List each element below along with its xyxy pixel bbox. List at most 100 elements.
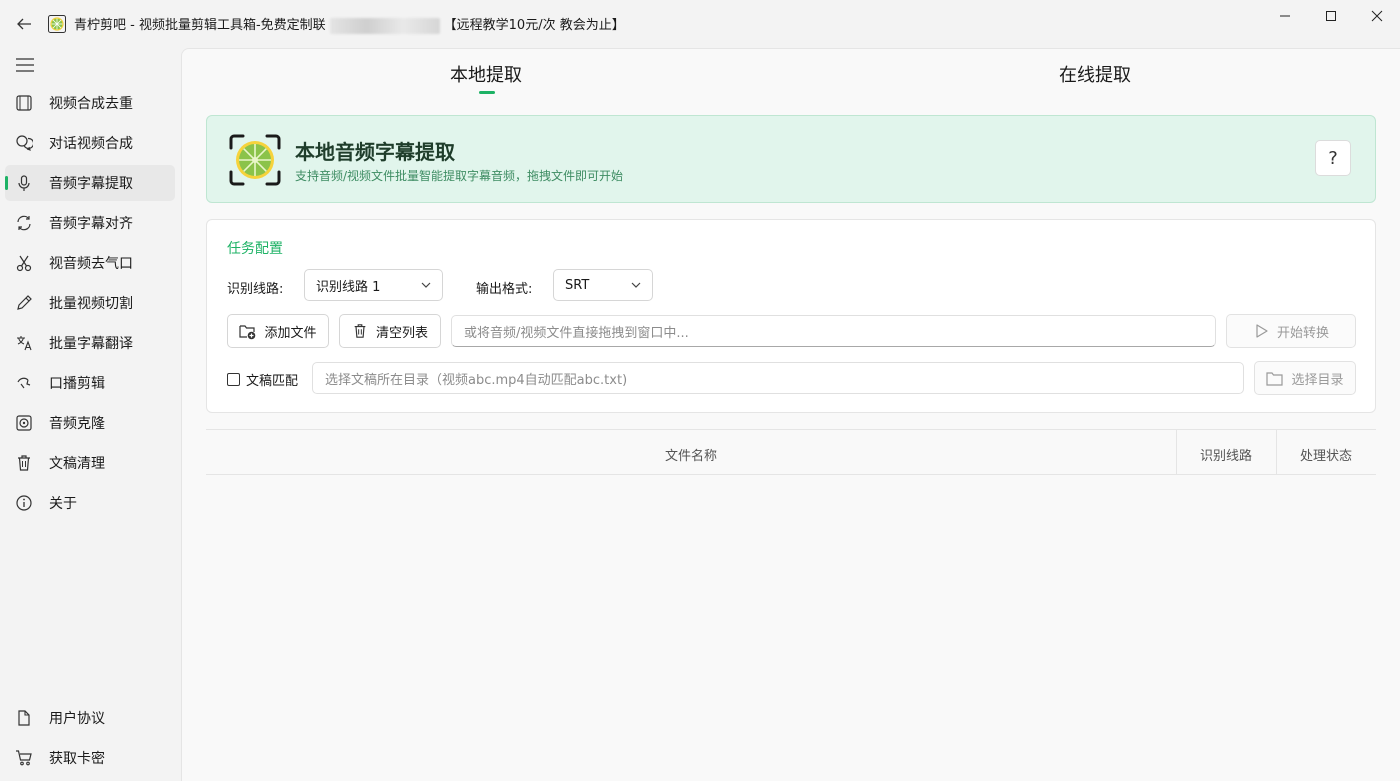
- main-content: 本地提取 在线提取 本地音频字幕提取 支持音频/视频文件批量智能提取字幕音频，拖…: [181, 48, 1400, 781]
- sidebar-item-get-key[interactable]: 获取卡密: [5, 740, 175, 776]
- banner-title: 本地音频字幕提取: [295, 140, 455, 164]
- arrow-left-icon: [17, 18, 31, 30]
- cart-icon: [15, 749, 33, 767]
- banner-subtitle: 支持音频/视频文件批量智能提取字幕音频，拖拽文件即可开始: [295, 169, 624, 183]
- window-controls: [1262, 0, 1400, 32]
- add-file-button[interactable]: 添加文件: [227, 314, 329, 348]
- sidebar-item-label: 音频字幕对齐: [49, 216, 133, 232]
- redacted-region: [329, 17, 440, 34]
- translate-icon: [15, 334, 33, 352]
- chat-icon: [15, 134, 33, 152]
- column-header-filename[interactable]: 文件名称: [665, 445, 717, 464]
- trash-icon: [15, 454, 33, 472]
- sidebar-item-label: 批量字幕翻译: [49, 336, 133, 352]
- sidebar-bottom-nav: 用户协议 获取卡密: [5, 700, 175, 780]
- lime-logo-icon: [229, 134, 281, 186]
- sidebar-item-about[interactable]: 关于: [5, 485, 175, 521]
- sidebar-item-dialog-video[interactable]: 对话视频合成: [5, 125, 175, 161]
- route-select-value: 识别线路 1: [316, 279, 381, 295]
- sidebar-item-label: 获取卡密: [49, 751, 105, 767]
- sidebar-item-label: 视音频去气口: [49, 256, 133, 272]
- sidebar-item-speech-edit[interactable]: 口播剪辑: [5, 365, 175, 401]
- sidebar-item-subtitle-translate[interactable]: 批量字幕翻译: [5, 325, 175, 361]
- film-icon: [15, 94, 33, 112]
- document-icon: [15, 709, 33, 727]
- title-bar: 青柠剪吧 - 视频批量剪辑工具箱-免费定制联 【远程教学10元/次 教会为止】: [0, 0, 1400, 48]
- format-label: 输出格式:: [476, 282, 533, 297]
- column-divider[interactable]: [1276, 430, 1277, 474]
- sync-icon: [15, 214, 33, 232]
- close-icon: [1371, 10, 1383, 22]
- sidebar-item-label: 口播剪辑: [49, 376, 105, 392]
- checkbox-box[interactable]: [227, 373, 240, 386]
- chevron-down-icon: [421, 282, 431, 288]
- column-header-status[interactable]: 处理状态: [1300, 445, 1352, 464]
- close-button[interactable]: [1354, 0, 1400, 32]
- script-dir-input[interactable]: 选择文稿所在目录（视频abc.mp4自动匹配abc.txt): [312, 362, 1244, 394]
- start-convert-button[interactable]: 开始转换: [1226, 314, 1356, 348]
- speech-icon: [15, 374, 33, 392]
- clear-list-label: 清空列表: [375, 325, 428, 341]
- route-label: 识别线路:: [227, 282, 284, 297]
- script-dir-placeholder: 选择文稿所在目录（视频abc.mp4自动匹配abc.txt): [325, 372, 628, 388]
- clear-list-button[interactable]: 清空列表: [339, 314, 441, 348]
- app-logo: [48, 15, 66, 33]
- pen-icon: [15, 294, 33, 312]
- tab-online-extract[interactable]: 在线提取: [1059, 61, 1131, 87]
- maximize-icon: [1326, 11, 1336, 21]
- sidebar-nav: 视频合成去重 对话视频合成 音频字幕提取 音频字幕对齐 视音频去气口 批量视频切…: [5, 85, 175, 525]
- sidebar-item-video-cut[interactable]: 批量视频切割: [5, 285, 175, 321]
- select-dir-label: 选择目录: [1291, 372, 1344, 388]
- add-folder-icon: [239, 323, 256, 340]
- route-select[interactable]: 识别线路 1: [304, 269, 443, 301]
- sidebar-item-label: 视频合成去重: [49, 96, 133, 112]
- sidebar-item-remove-pauses[interactable]: 视音频去气口: [5, 245, 175, 281]
- hamburger-menu-icon[interactable]: [14, 56, 36, 74]
- select-dir-button[interactable]: 选择目录: [1254, 361, 1356, 395]
- sidebar-item-label: 音频字幕提取: [49, 176, 133, 192]
- sidebar-item-label: 对话视频合成: [49, 136, 133, 152]
- speaker-icon: [15, 414, 33, 432]
- sidebar-item-label: 用户协议: [49, 711, 105, 727]
- task-config-panel: 任务配置 识别线路: 识别线路 1 输出格式: SRT 添加文件 清空列表 或将…: [206, 219, 1376, 413]
- sidebar-item-audio-clone[interactable]: 音频克隆: [5, 405, 175, 441]
- minimize-button[interactable]: [1262, 0, 1308, 32]
- minimize-icon: [1280, 15, 1290, 17]
- info-icon: [15, 494, 33, 512]
- sidebar-item-subtitle-align[interactable]: 音频字幕对齐: [5, 205, 175, 241]
- column-header-route[interactable]: 识别线路: [1200, 445, 1252, 464]
- sidebar: 视频合成去重 对话视频合成 音频字幕提取 音频字幕对齐 视音频去气口 批量视频切…: [0, 48, 180, 781]
- play-icon: [1253, 323, 1269, 339]
- maximize-button[interactable]: [1308, 0, 1354, 32]
- sidebar-item-label: 文稿清理: [49, 456, 105, 472]
- scissors-icon: [15, 254, 33, 272]
- drop-zone-input[interactable]: 或将音频/视频文件直接拖拽到窗口中...: [451, 315, 1216, 347]
- tab-active-indicator: [479, 91, 495, 94]
- feature-banner: 本地音频字幕提取 支持音频/视频文件批量智能提取字幕音频，拖拽文件即可开始 ?: [206, 115, 1376, 203]
- format-select[interactable]: SRT: [553, 269, 653, 301]
- sidebar-item-audio-subtitle-extract[interactable]: 音频字幕提取: [5, 165, 175, 201]
- window-title: 青柠剪吧 - 视频批量剪辑工具箱-免费定制联 【远程教学10元/次 教会为止】: [74, 17, 625, 34]
- add-file-label: 添加文件: [264, 325, 317, 341]
- script-match-checkbox[interactable]: 文稿匹配: [227, 370, 298, 389]
- back-button[interactable]: [0, 0, 48, 48]
- help-button[interactable]: ?: [1315, 140, 1351, 176]
- tab-bar: 本地提取 在线提取: [182, 49, 1400, 99]
- folder-icon: [1266, 371, 1284, 386]
- mic-icon: [15, 174, 33, 192]
- format-select-value: SRT: [565, 277, 590, 293]
- sidebar-item-user-agreement[interactable]: 用户协议: [5, 700, 175, 736]
- drop-zone-placeholder: 或将音频/视频文件直接拖拽到窗口中...: [464, 325, 689, 341]
- sidebar-item-video-merge[interactable]: 视频合成去重: [5, 85, 175, 121]
- sidebar-item-label: 音频克隆: [49, 416, 105, 432]
- chevron-down-icon: [631, 282, 641, 288]
- sidebar-item-script-clean[interactable]: 文稿清理: [5, 445, 175, 481]
- script-match-label: 文稿匹配: [246, 374, 299, 389]
- sidebar-item-label: 关于: [49, 496, 77, 512]
- column-divider[interactable]: [1176, 430, 1177, 474]
- tab-local-extract[interactable]: 本地提取: [450, 61, 522, 87]
- file-table-header: 文件名称 识别线路 处理状态: [206, 429, 1376, 475]
- sidebar-item-label: 批量视频切割: [49, 296, 133, 312]
- config-title: 任务配置: [227, 241, 283, 257]
- trash-icon: [352, 323, 368, 339]
